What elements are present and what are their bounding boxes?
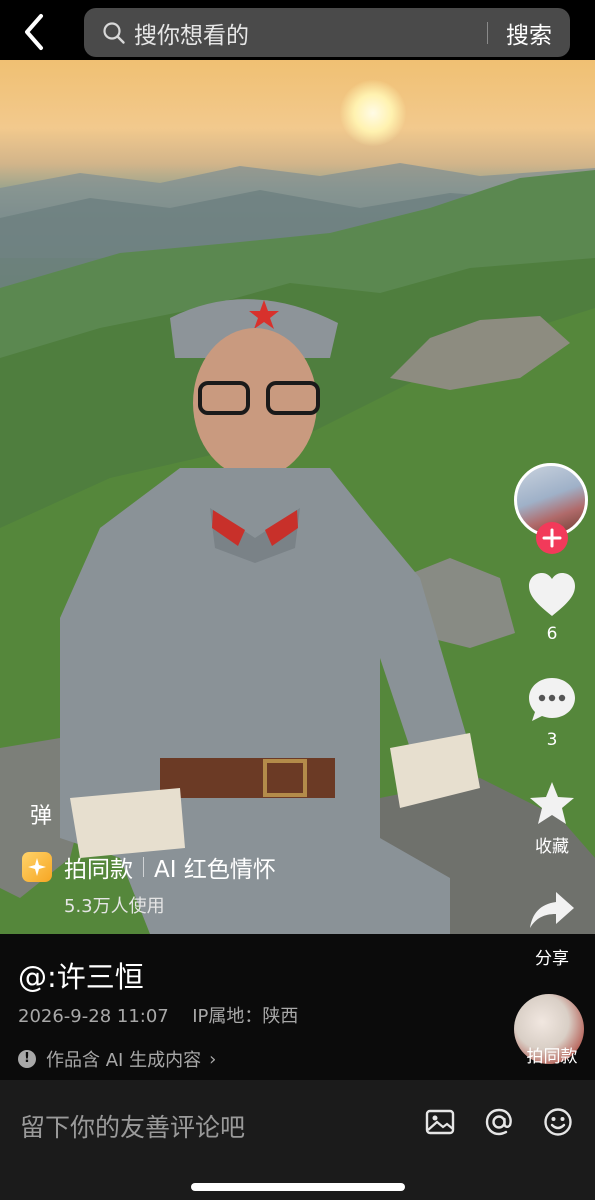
sparkle-icon [22,852,52,882]
template-users: 5.3万人使用 [64,896,165,917]
comment-icon [529,678,575,721]
search-button[interactable]: 搜索 [506,16,552,50]
ip-location: IP属地：陕西 [192,1006,299,1027]
template-entry[interactable]: 拍同款 AI 红色情怀 5.3万人使用 [22,850,276,918]
star-icon [530,782,574,824]
ai-notice[interactable]: ! 作品含 AI 生成内容 › [18,1046,216,1072]
danmu-toggle[interactable]: 弹 [30,798,52,830]
comment-count: 3 [546,730,558,750]
author-name[interactable]: @:许三恒 [18,954,144,996]
top-bar: 搜你想看的 搜索 [0,0,595,60]
image-button[interactable] [424,1106,456,1138]
video-player[interactable] [0,58,595,934]
back-icon [25,14,43,50]
comment-bar: 留下你的友善评论吧 [0,1080,595,1200]
same-style-label[interactable]: 拍同款 [512,1042,592,1067]
emoji-icon [544,1108,572,1136]
info-icon: ! [18,1050,36,1068]
like-count: 6 [546,624,558,644]
heart-icon [529,573,575,616]
favorite-label: 收藏 [535,837,569,857]
home-indicator [191,1183,405,1191]
search-input[interactable]: 搜你想看的 [134,16,487,50]
comment-button[interactable]: 3 [512,676,592,750]
mountain-scenery [0,163,595,934]
favorite-button[interactable]: 收藏 [512,780,592,857]
template-title: 拍同款 [64,857,133,883]
search-divider [487,21,488,44]
like-button[interactable]: 6 [512,572,592,644]
emoji-button[interactable] [542,1106,574,1138]
post-info: @:许三恒 2026-9-28 11:07 IP属地：陕西 ! 作品含 AI 生… [0,934,595,1080]
post-meta: 2026-9-28 11:07 IP属地：陕西 [18,1002,298,1028]
search-box[interactable]: 搜你想看的 搜索 [84,8,570,57]
share-icon [530,892,574,928]
ai-notice-text: 作品含 AI 生成内容 [46,1050,202,1071]
back-button[interactable] [14,12,54,52]
mention-button[interactable] [483,1106,515,1138]
follow-button[interactable] [536,522,568,554]
share-label: 分享 [535,949,569,969]
comment-input[interactable]: 留下你的友善评论吧 [20,1108,245,1144]
chevron-right-icon: › [209,1048,217,1070]
template-name: AI 红色情怀 [154,857,276,883]
at-icon [485,1108,512,1136]
post-datetime: 2026-9-28 11:07 [18,1006,169,1027]
template-divider [143,857,144,877]
share-button[interactable]: 分享 [512,890,592,969]
plus-icon [542,528,562,548]
search-icon [102,21,126,45]
image-icon [425,1109,455,1135]
